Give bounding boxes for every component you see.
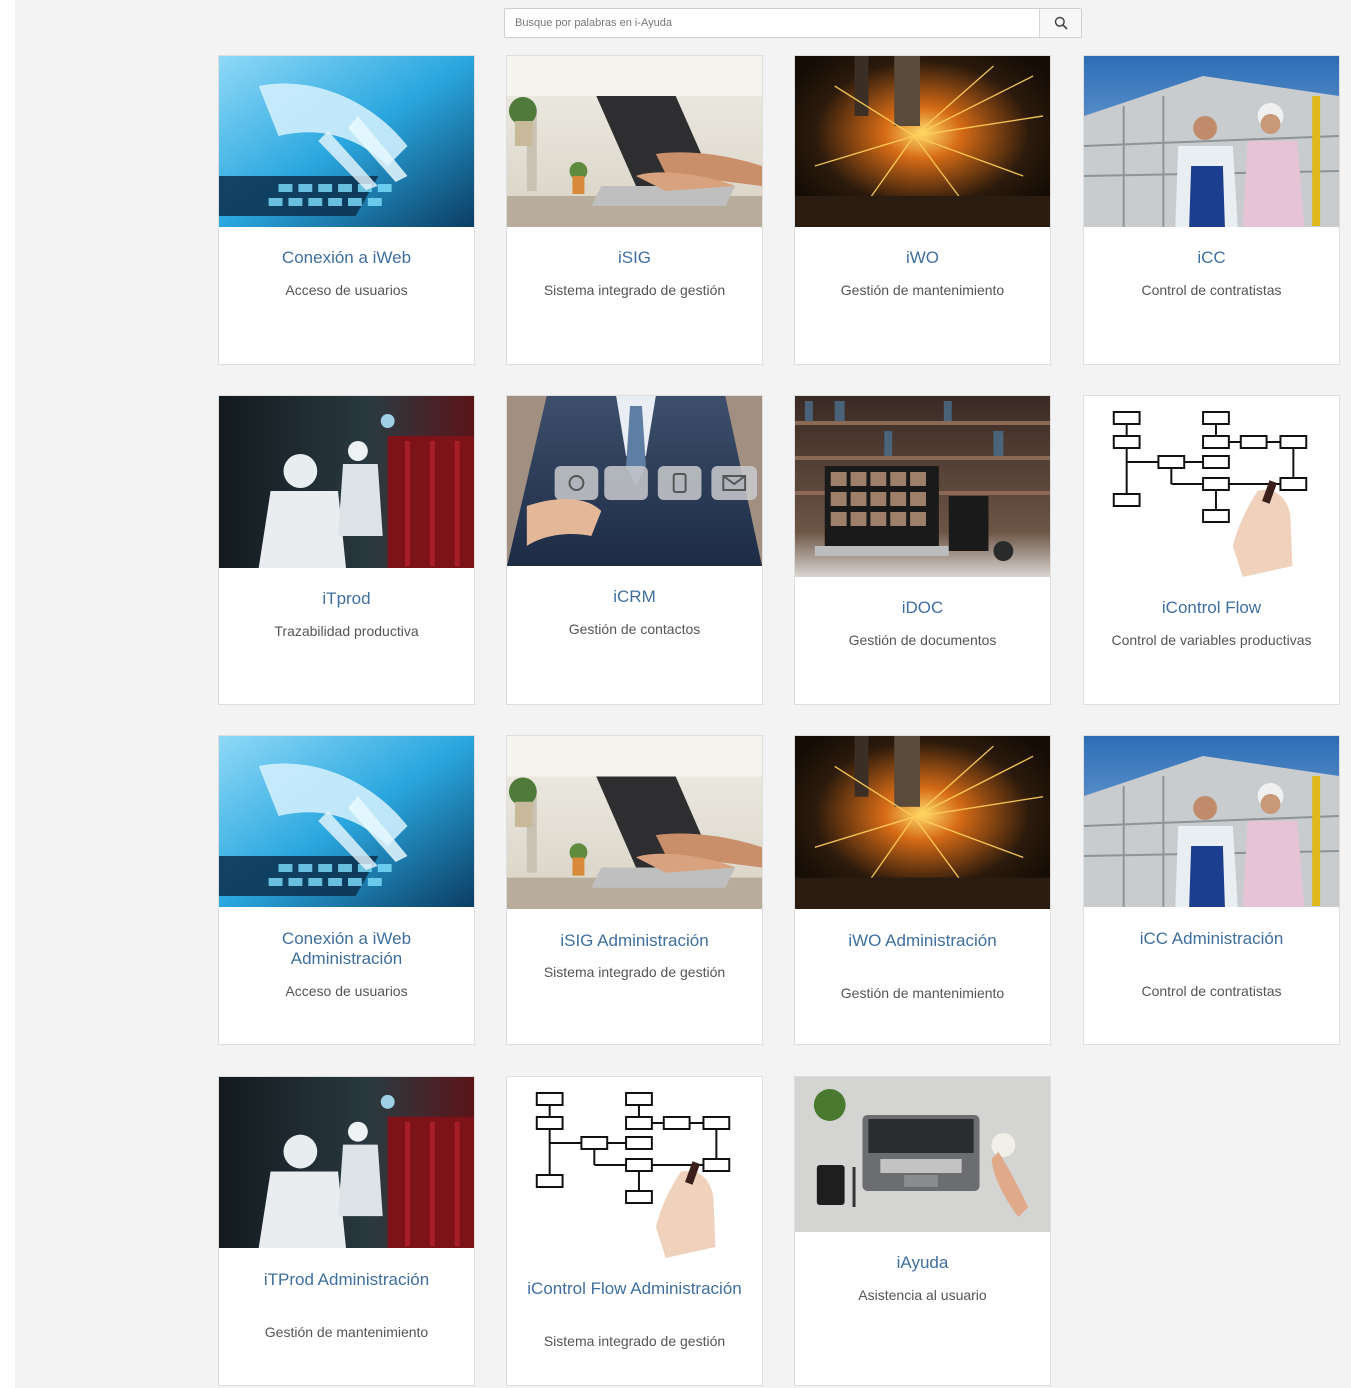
card-subtitle: Asistencia al usuario bbox=[858, 1287, 987, 1303]
card-subtitle: Control de contratistas bbox=[1141, 983, 1282, 999]
search-bar bbox=[504, 8, 1082, 38]
app-card-itprod-admin[interactable]: iTProd Administración Gestión de manteni… bbox=[218, 1076, 475, 1386]
laptop-desk-image bbox=[507, 56, 762, 227]
welding-sparks-image bbox=[795, 56, 1050, 227]
card-title[interactable]: Conexión a iWeb bbox=[227, 248, 466, 268]
library-laptop-image bbox=[795, 396, 1050, 577]
app-card-icrm[interactable]: iCRM Gestión de contactos bbox=[506, 395, 763, 705]
card-subtitle: Sistema integrado de gestión bbox=[543, 282, 726, 298]
app-card-isig-admin[interactable]: iSIG Administración Sistema integrado de… bbox=[506, 735, 763, 1045]
factory-workers-image bbox=[219, 396, 474, 568]
card-title[interactable]: iTprod bbox=[227, 589, 466, 609]
card-subtitle: Gestión de mantenimiento bbox=[840, 282, 1005, 298]
flowchart-drawing-image bbox=[507, 1077, 762, 1258]
card-title[interactable]: iWO bbox=[803, 248, 1042, 268]
welding-sparks-image bbox=[795, 736, 1050, 909]
flowchart-drawing-image bbox=[1084, 396, 1339, 577]
app-card-icc[interactable]: iCC Control de contratistas bbox=[1083, 55, 1340, 365]
app-card-iwo-admin[interactable]: iWO Administración Gestión de mantenimie… bbox=[794, 735, 1051, 1045]
keyboard-image bbox=[219, 56, 474, 227]
card-subtitle: Gestión de contactos bbox=[568, 621, 701, 637]
card-title[interactable]: iSIG Administración bbox=[515, 931, 754, 951]
card-subtitle: Control de contratistas bbox=[1141, 282, 1282, 298]
search-button[interactable] bbox=[1039, 9, 1081, 37]
app-card-iayuda[interactable]: iAyuda Asistencia al usuario bbox=[794, 1076, 1051, 1386]
card-title[interactable]: iAyuda bbox=[803, 1253, 1042, 1273]
app-card-iweb-admin[interactable]: Conexión a iWeb Administración Acceso de… bbox=[218, 735, 475, 1045]
search-icon bbox=[1054, 16, 1068, 30]
app-card-icc-admin[interactable]: iCC Administración Control de contratist… bbox=[1083, 735, 1340, 1045]
card-subtitle: Gestión de mantenimiento bbox=[840, 985, 1005, 1001]
app-card-icontrol-flow[interactable]: iControl Flow Control de variables produ… bbox=[1083, 395, 1340, 705]
keyboard-image bbox=[219, 736, 474, 907]
app-card-isig[interactable]: iSIG Sistema integrado de gestión bbox=[506, 55, 763, 365]
card-title[interactable]: iWO Administración bbox=[803, 931, 1042, 951]
card-subtitle: Gestión de mantenimiento bbox=[264, 1324, 429, 1340]
contractors-image bbox=[1084, 736, 1339, 907]
card-title[interactable]: iControl Flow bbox=[1092, 598, 1331, 618]
app-card-icontrol-flow-admin[interactable]: iControl Flow Administración Sistema int… bbox=[506, 1076, 763, 1386]
app-card-itprod[interactable]: iTprod Trazabilidad productiva bbox=[218, 395, 475, 705]
card-title[interactable]: iControl Flow Administración bbox=[515, 1279, 754, 1299]
app-card-iwo[interactable]: iWO Gestión de mantenimiento bbox=[794, 55, 1051, 365]
card-subtitle: Sistema integrado de gestión bbox=[543, 964, 726, 980]
card-title[interactable]: iSIG bbox=[515, 248, 754, 268]
card-subtitle: Acceso de usuarios bbox=[285, 983, 408, 999]
card-subtitle: Control de variables productivas bbox=[1111, 632, 1312, 648]
card-subtitle: Gestión de documentos bbox=[848, 632, 997, 648]
app-card-iweb[interactable]: Conexión a iWeb Acceso de usuarios bbox=[218, 55, 475, 365]
card-title[interactable]: iTProd Administración bbox=[227, 1270, 466, 1290]
laptop-desk-image bbox=[507, 736, 762, 909]
app-card-idoc[interactable]: iDOC Gestión de documentos bbox=[794, 395, 1051, 705]
businessman-image bbox=[507, 396, 762, 566]
card-title[interactable]: iDOC bbox=[803, 598, 1042, 618]
card-title[interactable]: Conexión a iWeb Administración bbox=[227, 929, 466, 969]
contractors-image bbox=[1084, 56, 1339, 227]
card-subtitle: Sistema integrado de gestión bbox=[543, 1333, 726, 1349]
card-subtitle: Trazabilidad productiva bbox=[274, 623, 419, 639]
factory-workers-image bbox=[219, 1077, 474, 1248]
laptop-topview-image bbox=[795, 1077, 1050, 1232]
card-title[interactable]: iCC Administración bbox=[1092, 929, 1331, 949]
card-subtitle: Acceso de usuarios bbox=[285, 282, 408, 298]
search-input[interactable] bbox=[505, 9, 1039, 37]
card-title[interactable]: iCRM bbox=[515, 587, 754, 607]
card-title[interactable]: iCC bbox=[1092, 248, 1331, 268]
